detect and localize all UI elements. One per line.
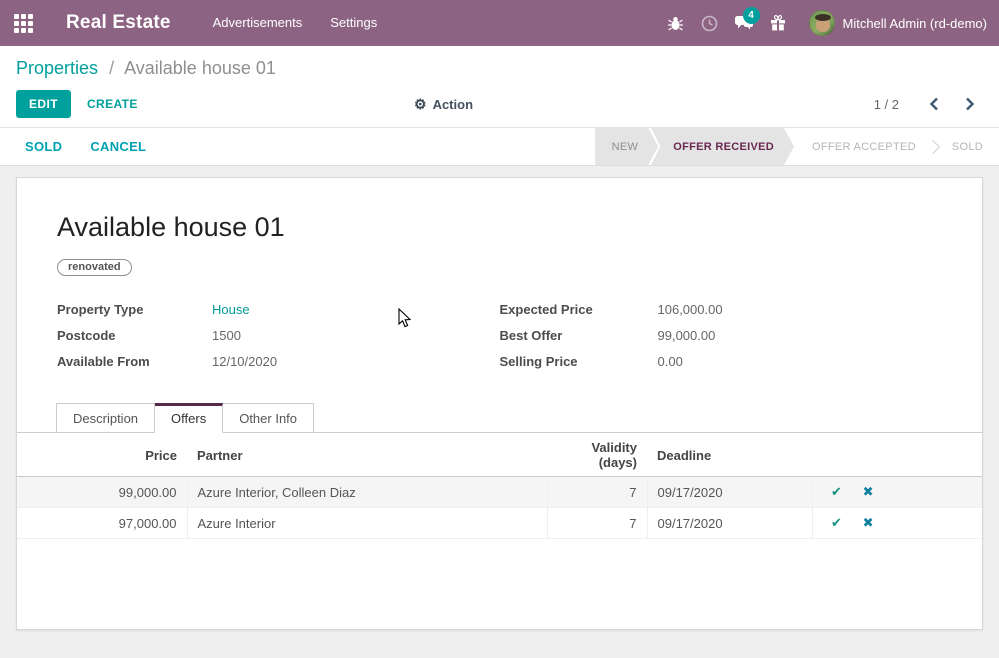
offer-row-2[interactable]: 97,000.00 Azure Interior 7 09/17/2020 ✔ … xyxy=(17,508,982,539)
user-menu[interactable]: Mitchell Admin (rd-demo) xyxy=(843,16,988,31)
status-bar-buttons: SOLD CANCEL xyxy=(0,128,595,165)
field-label: Available From xyxy=(57,354,212,369)
property-type-link[interactable]: House xyxy=(212,302,250,317)
offer-deadline: 09/17/2020 xyxy=(647,508,812,539)
pager-previous-button[interactable] xyxy=(921,95,947,113)
column-header-partner[interactable]: Partner xyxy=(187,433,547,477)
best-offer-value: 99,000.00 xyxy=(658,328,716,343)
column-header-validity[interactable]: Validity (days) xyxy=(547,433,647,477)
field-selling-price: Selling Price 0.00 xyxy=(500,354,943,369)
field-property-type: Property Type House xyxy=(57,302,500,317)
notebook-tabs: Description Offers Other Info xyxy=(17,402,982,433)
messages-count-badge: 4 xyxy=(743,7,760,24)
available-from-value: 12/10/2020 xyxy=(212,354,277,369)
app-name[interactable]: Real Estate xyxy=(66,12,171,34)
offer-deadline: 09/17/2020 xyxy=(647,477,812,508)
app-window: Real Estate Advertisements Settings xyxy=(0,0,999,658)
pager-next-button[interactable] xyxy=(957,95,983,113)
refuse-offer-x-icon[interactable]: ✖ xyxy=(854,484,882,500)
right-field-group: Expected Price 106,000.00 Best Offer 99,… xyxy=(500,302,943,380)
main-content-area: Available house 01 renovated Property Ty… xyxy=(0,166,999,658)
offers-table: Price Partner Validity (days) Deadline 9… xyxy=(17,433,982,539)
field-best-offer: Best Offer 99,000.00 xyxy=(500,328,943,343)
breadcrumb-separator: / xyxy=(109,58,114,78)
offer-validity: 7 xyxy=(547,508,647,539)
activities-clock-icon[interactable] xyxy=(693,0,727,46)
left-field-group: Property Type House Postcode 1500 Availa… xyxy=(57,302,500,380)
create-button[interactable]: CREATE xyxy=(87,97,138,111)
navbar-systray: 4 Mitchell Admin (rd-demo) xyxy=(659,0,999,46)
accept-offer-check-icon[interactable]: ✔ xyxy=(823,515,851,531)
record-pager: 1 / 2 xyxy=(874,95,983,113)
apps-menu-button[interactable] xyxy=(0,0,46,46)
offer-partner: Azure Interior, Colleen Diaz xyxy=(187,477,547,508)
stage-sold[interactable]: SOLD xyxy=(934,128,999,165)
action-label: Action xyxy=(433,97,473,112)
cancel-button[interactable]: CANCEL xyxy=(90,139,146,154)
action-menu-button[interactable]: ⚙ Action xyxy=(414,96,473,113)
column-header-price[interactable]: Price xyxy=(17,433,187,477)
sold-button[interactable]: SOLD xyxy=(25,139,62,154)
field-label: Expected Price xyxy=(500,302,658,317)
offer-actions: ✔ ✖ xyxy=(812,477,982,508)
field-groups: Property Type House Postcode 1500 Availa… xyxy=(57,302,942,380)
form-sheet: Available house 01 renovated Property Ty… xyxy=(16,177,983,630)
page-title: Available house 01 xyxy=(57,212,942,243)
nav-item-advertisements[interactable]: Advertisements xyxy=(199,0,317,46)
offer-actions: ✔ ✖ xyxy=(812,508,982,539)
statusbar-stages: NEW OFFER RECEIVED OFFER ACCEPTED SOLD xyxy=(595,128,999,165)
control-panel: Properties / Available house 01 EDIT CRE… xyxy=(0,46,999,128)
messages-chat-icon[interactable]: 4 xyxy=(727,0,761,46)
user-avatar[interactable] xyxy=(809,10,835,36)
tab-offers[interactable]: Offers xyxy=(155,403,223,433)
column-header-actions xyxy=(812,433,982,477)
field-label: Selling Price xyxy=(500,354,658,369)
field-label: Postcode xyxy=(57,328,212,343)
control-panel-buttons-row: EDIT CREATE ⚙ Action 1 / 2 xyxy=(16,89,983,119)
nav-item-settings[interactable]: Settings xyxy=(316,0,391,46)
offers-table-header: Price Partner Validity (days) Deadline xyxy=(17,433,982,477)
breadcrumb: Properties / Available house 01 xyxy=(16,58,983,79)
field-available-from: Available From 12/10/2020 xyxy=(57,354,500,369)
field-expected-price: Expected Price 106,000.00 xyxy=(500,302,943,317)
stage-offer-accepted[interactable]: OFFER ACCEPTED xyxy=(794,128,934,165)
column-header-deadline[interactable]: Deadline xyxy=(647,433,812,477)
offer-price: 97,000.00 xyxy=(17,508,187,539)
pager-value: 1 / 2 xyxy=(874,97,899,112)
tag-renovated[interactable]: renovated xyxy=(57,259,132,276)
top-navbar: Real Estate Advertisements Settings xyxy=(0,0,999,46)
tab-description[interactable]: Description xyxy=(56,403,155,433)
expected-price-value: 106,000.00 xyxy=(658,302,723,317)
gift-icon[interactable] xyxy=(761,0,795,46)
offer-validity: 7 xyxy=(547,477,647,508)
edit-button[interactable]: EDIT xyxy=(16,90,71,118)
debug-bug-icon[interactable] xyxy=(659,0,693,46)
gear-icon: ⚙ xyxy=(414,96,427,113)
stage-new[interactable]: NEW xyxy=(596,128,659,165)
offer-row-1[interactable]: 99,000.00 Azure Interior, Colleen Diaz 7… xyxy=(17,477,982,508)
tab-other-info[interactable]: Other Info xyxy=(223,403,314,433)
status-bar: SOLD CANCEL NEW OFFER RECEIVED OFFER ACC… xyxy=(0,128,999,166)
accept-offer-check-icon[interactable]: ✔ xyxy=(823,484,851,500)
field-postcode: Postcode 1500 xyxy=(57,328,500,343)
refuse-offer-x-icon[interactable]: ✖ xyxy=(854,515,882,531)
offer-partner: Azure Interior xyxy=(187,508,547,539)
offer-price: 99,000.00 xyxy=(17,477,187,508)
selling-price-value: 0.00 xyxy=(658,354,683,369)
field-label: Property Type xyxy=(57,302,212,317)
field-label: Best Offer xyxy=(500,328,658,343)
apps-grid-icon xyxy=(14,14,33,33)
postcode-value: 1500 xyxy=(212,328,241,343)
breadcrumb-current-record: Available house 01 xyxy=(124,58,276,78)
breadcrumb-properties-link[interactable]: Properties xyxy=(16,58,98,78)
stage-offer-received[interactable]: OFFER RECEIVED xyxy=(651,128,794,165)
